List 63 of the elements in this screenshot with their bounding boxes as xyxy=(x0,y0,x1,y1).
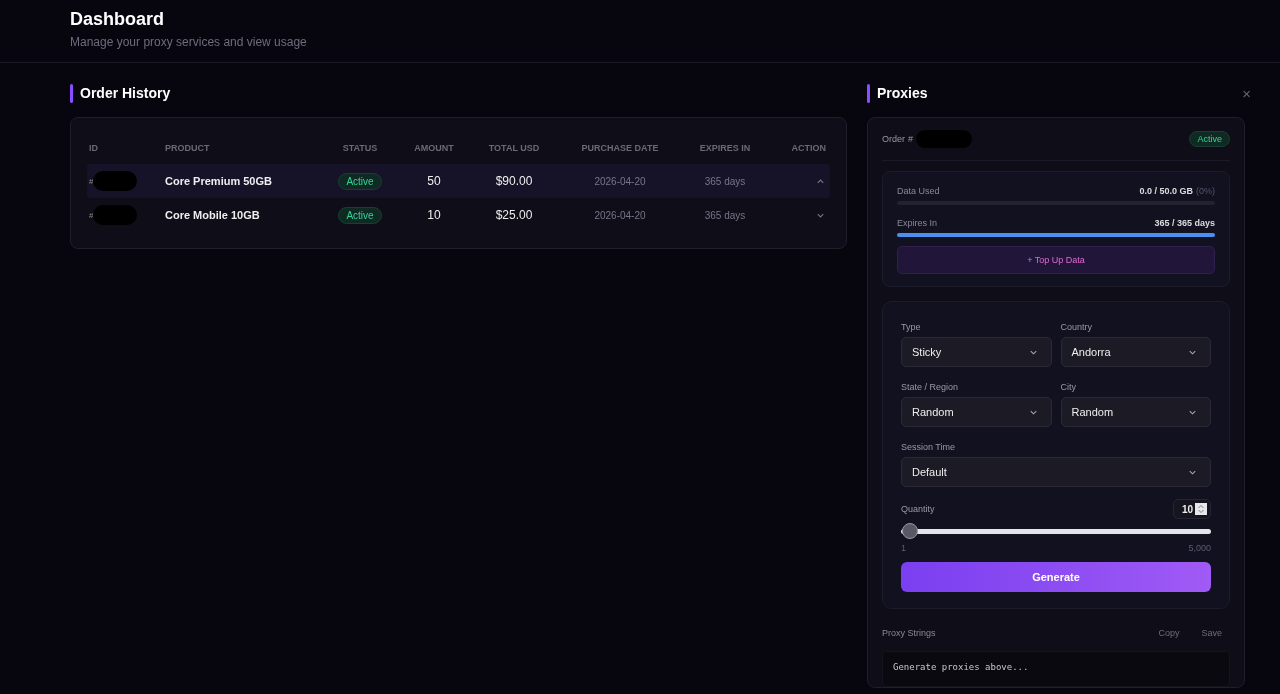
table-row[interactable]: # Core Mobile 10GB Active 10 $25.00 2026-04-20 365 days xyxy=(87,198,830,232)
column-header: TOTAL USD xyxy=(487,143,541,153)
dropdown[interactable]: Default xyxy=(901,457,1211,487)
field-label: Country xyxy=(1060,322,1092,332)
section-title: Proxies xyxy=(877,85,928,101)
status-badge: Active xyxy=(338,172,382,190)
usage-value: 365 / 365 days xyxy=(1154,218,1215,228)
top-up-button[interactable]: + Top Up Data xyxy=(897,246,1215,274)
usage-percent: (0%) xyxy=(1196,186,1215,196)
table-cell: # xyxy=(89,210,94,220)
order-label: Order xyxy=(882,134,905,144)
redaction-mark xyxy=(916,130,973,148)
output-field[interactable]: Generate proxies above... xyxy=(882,651,1230,687)
dropdown[interactable]: Andorra xyxy=(1060,337,1211,367)
accent-bar xyxy=(70,83,73,103)
field-label: Session Time xyxy=(901,442,956,452)
table-row[interactable]: # Core Premium 50GB Active 50 $90.00 2026-04-20 365 days xyxy=(87,164,830,198)
column-header: PURCHASE DATE xyxy=(580,143,660,153)
page-subtitle: Manage your proxy services and view usage xyxy=(70,35,307,49)
field-label: State / Region xyxy=(901,382,959,392)
column-header: ID xyxy=(88,143,99,153)
table-cell: 50 xyxy=(427,174,441,188)
table-cell: 365 days xyxy=(704,209,746,221)
accent-bar xyxy=(867,83,870,103)
usage-label: Expires In xyxy=(897,218,938,228)
field-label: City xyxy=(1060,382,1076,392)
table-cell: $25.00 xyxy=(495,208,533,222)
status-badge: Active xyxy=(1189,131,1230,147)
page-title: Dashboard xyxy=(70,8,165,30)
table-cell: 2026-04-20 xyxy=(594,209,646,221)
generate-button[interactable]: Generate xyxy=(901,562,1211,592)
column-header: ACTION xyxy=(790,143,827,153)
output-label: Proxy Strings xyxy=(882,628,936,638)
table-cell: Core Premium 50GB xyxy=(165,175,272,187)
column-header: PRODUCT xyxy=(165,143,211,153)
order-id: # xyxy=(908,134,914,144)
dropdown[interactable]: Sticky xyxy=(901,337,1052,367)
status-badge: Active xyxy=(338,206,382,224)
slider-max: 5,000 xyxy=(1188,543,1211,553)
close-button[interactable]: × xyxy=(1236,84,1251,102)
table-cell: $90.00 xyxy=(495,174,533,188)
table-cell: Core Mobile 10GB xyxy=(165,209,260,221)
column-header: EXPIRES IN xyxy=(698,143,752,153)
column-header: STATUS xyxy=(341,143,379,153)
usage-value: 0.0 / 50.0 GB xyxy=(1139,186,1193,196)
field-label: Type xyxy=(901,322,921,332)
table-cell: 2026-04-20 xyxy=(594,175,646,187)
quantity-field[interactable]: 10 xyxy=(1172,499,1211,519)
dropdown[interactable]: Random xyxy=(1060,397,1211,427)
redaction-mark xyxy=(93,171,138,191)
slider-min: 1 xyxy=(901,543,906,553)
table-cell: 365 days xyxy=(704,175,746,187)
table-cell: 10 xyxy=(427,208,441,222)
field-label: Quantity xyxy=(901,504,935,514)
dropdown[interactable]: Random xyxy=(901,397,1052,427)
quantity-slider[interactable] xyxy=(901,523,1211,539)
section-title: Order History xyxy=(80,85,171,101)
column-header: AMOUNT xyxy=(413,143,455,153)
table-cell: # xyxy=(89,176,94,186)
spinner-icon xyxy=(1195,502,1207,516)
redaction-mark xyxy=(93,205,138,225)
slider-thumb[interactable] xyxy=(901,523,918,539)
usage-label: Data Used xyxy=(897,186,940,196)
